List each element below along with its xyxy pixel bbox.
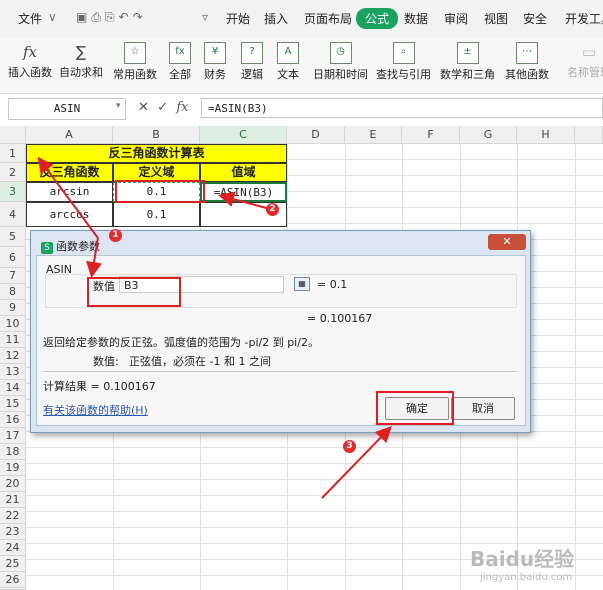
arrow-1-up — [37, 156, 99, 239]
watermark-logo: Baidu经验 — [470, 547, 575, 571]
watermark-url: jingyan.baidu.com — [480, 572, 573, 583]
step-badge-2: 2 — [266, 203, 279, 216]
annotation-arrows — [37, 156, 392, 499]
step-badge-3: 3 — [343, 440, 356, 453]
arrow-3 — [321, 426, 392, 499]
arrow-2 — [218, 191, 271, 210]
step-badge-1: 1 — [109, 229, 122, 242]
arrow-1-down — [86, 237, 102, 278]
